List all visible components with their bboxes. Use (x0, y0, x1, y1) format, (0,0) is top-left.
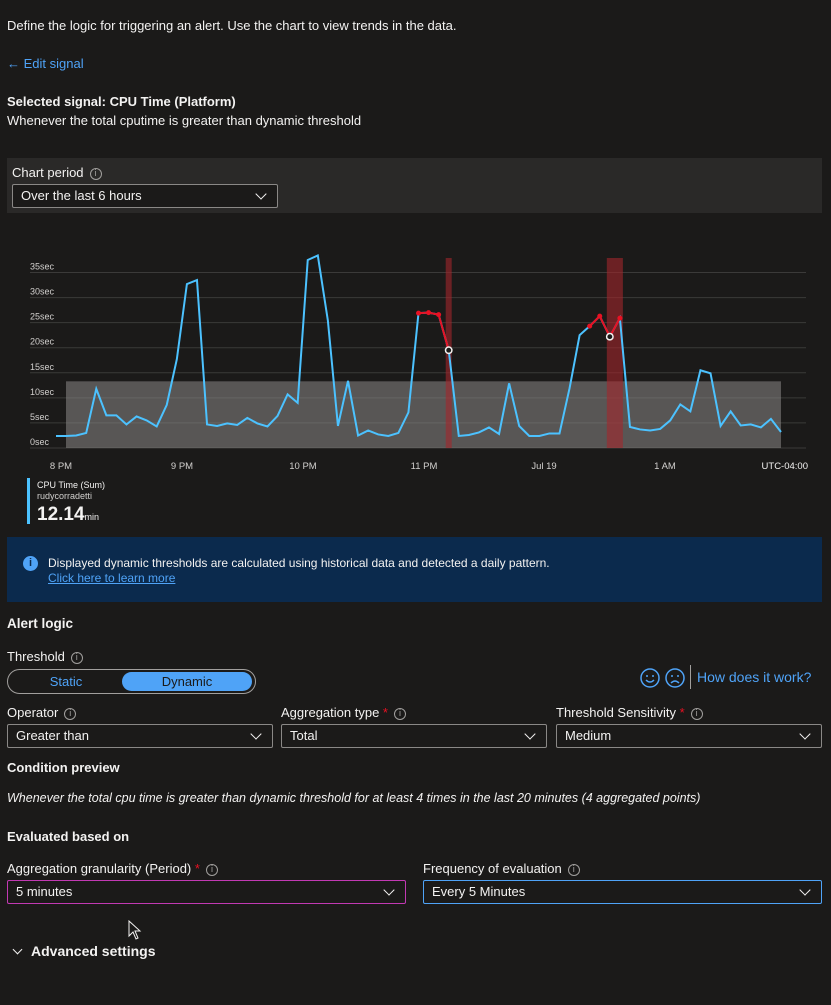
selected-signal-title: Selected signal: CPU Time (Platform) (7, 94, 236, 109)
advanced-settings-toggle[interactable]: Advanced settings (12, 943, 156, 959)
threshold-option-dynamic[interactable]: Dynamic (122, 672, 252, 691)
operator-label-text: Operator (7, 705, 59, 720)
aggregation-type-label-text: Aggregation type (281, 705, 380, 720)
info-icon[interactable]: i (567, 863, 580, 876)
anomaly-breach-point (444, 346, 453, 355)
chevron-down-icon (524, 727, 536, 740)
required-mark: * (194, 861, 200, 876)
aggregation-granularity-label-text: Aggregation granularity (Period) (7, 861, 192, 876)
advanced-settings-label: Advanced settings (31, 943, 156, 959)
threshold-sensitivity-dropdown[interactable]: Medium (556, 724, 822, 748)
x-tick-label: 10 PM (289, 461, 317, 472)
chart-period-value: Over the last 6 hours (21, 188, 142, 203)
y-tick-label: 20sec (30, 337, 55, 347)
info-icon[interactable]: i (70, 651, 83, 664)
aggregation-type-value: Total (290, 728, 318, 743)
chevron-down-icon (383, 883, 395, 896)
anomaly-breach-point (605, 332, 614, 341)
info-icon[interactable]: i (89, 167, 102, 180)
x-tick-label: 8 PM (50, 461, 72, 472)
aggregation-granularity-dropdown[interactable]: 5 minutes (7, 880, 406, 904)
operator-dropdown[interactable]: Greater than (7, 724, 273, 748)
mouse-cursor-icon (128, 920, 142, 940)
anomaly-point (587, 323, 593, 329)
legend-resource-name: rudycorradetti (37, 491, 93, 501)
y-tick-label: 35sec (30, 262, 55, 272)
y-tick-label: 25sec (30, 312, 55, 322)
anomaly-point (426, 310, 432, 316)
chart-legend[interactable]: CPU Time (Sum) rudycorradetti 12.14min (27, 478, 117, 526)
chevron-down-icon (799, 883, 811, 896)
frequency-of-evaluation-label-text: Frequency of evaluation (423, 861, 562, 876)
timezone-label: UTC-04:00 (762, 461, 808, 472)
anomaly-point (416, 310, 421, 316)
frequency-of-evaluation-value: Every 5 Minutes (432, 884, 526, 899)
edit-signal-link[interactable]: ← Edit signal (7, 56, 84, 71)
required-mark: * (382, 705, 388, 720)
legend-value: 12.14min (37, 504, 99, 526)
x-tick-label: 1 AM (654, 461, 676, 472)
smile-feedback-icon[interactable] (640, 668, 660, 688)
chevron-down-icon (12, 944, 23, 955)
legend-value-number: 12.14 (37, 504, 85, 525)
anomaly-band (606, 258, 623, 448)
info-icon[interactable]: i (393, 707, 406, 720)
divider (690, 665, 691, 689)
legend-color-bar (27, 478, 30, 524)
chart-period-label-text: Chart period (12, 165, 84, 180)
cpu-time-chart[interactable]: 0sec 5sec 10sec 15sec 20sec 25sec 30sec 35sec 8… (0, 230, 831, 475)
y-tick-label: 30sec (30, 287, 55, 297)
x-tick-label: Jul 19 (531, 461, 556, 472)
frequency-of-evaluation-dropdown[interactable]: Every 5 Minutes (423, 880, 822, 904)
threshold-label-text: Threshold (7, 649, 65, 664)
operator-value: Greater than (16, 728, 89, 743)
chart-period-dropdown[interactable]: Over the last 6 hours (12, 184, 278, 208)
threshold-option-static[interactable]: Static (10, 672, 122, 691)
info-icon[interactable]: i (64, 707, 77, 720)
frequency-of-evaluation-label: Frequency of evaluation i (423, 861, 580, 876)
y-tick-label: 5sec (30, 412, 50, 422)
y-tick-label: 10sec (30, 387, 55, 397)
y-tick-label: 15sec (30, 362, 55, 372)
x-tick-label: 11 PM (411, 461, 438, 472)
evaluated-based-on-heading: Evaluated based on (7, 829, 130, 844)
y-tick-label: 0sec (30, 437, 50, 447)
intro-text: Define the logic for triggering an alert… (7, 18, 457, 33)
chevron-down-icon (250, 727, 262, 740)
chart-period-label: Chart period i (12, 165, 102, 180)
chevron-down-icon (799, 727, 811, 740)
anomaly-point (617, 315, 623, 321)
selected-signal-description: Whenever the total cputime is greater th… (7, 113, 362, 128)
info-message-bar: i Displayed dynamic thresholds are calcu… (7, 537, 822, 602)
anomaly-point (436, 312, 442, 318)
aggregation-granularity-label: Aggregation granularity (Period) * i (7, 861, 218, 876)
condition-preview-heading: Condition preview (7, 760, 120, 775)
aggregation-granularity-value: 5 minutes (16, 884, 73, 899)
required-mark: * (679, 705, 685, 720)
chevron-down-icon (255, 187, 267, 200)
x-tick-label: 9 PM (171, 461, 193, 472)
legend-series-name: CPU Time (Sum) (37, 480, 106, 490)
frown-feedback-icon[interactable] (665, 668, 685, 688)
threshold-toggle[interactable]: Static Dynamic (7, 669, 256, 694)
how-does-it-work-link[interactable]: How does it work? (697, 669, 811, 685)
threshold-sensitivity-label-text: Threshold Sensitivity (556, 705, 676, 720)
info-icon[interactable]: i (205, 863, 218, 876)
info-message-text: Displayed dynamic thresholds are calcula… (48, 556, 550, 570)
threshold-sensitivity-value: Medium (565, 728, 612, 743)
learn-more-link[interactable]: Click here to learn more (48, 571, 175, 585)
info-icon: i (23, 556, 38, 571)
condition-preview-text: Whenever the total cpu time is greater t… (7, 791, 701, 805)
aggregation-type-label: Aggregation type * i (281, 705, 406, 720)
info-icon[interactable]: i (690, 707, 703, 720)
threshold-label: Threshold i (7, 649, 83, 664)
threshold-sensitivity-label: Threshold Sensitivity * i (556, 705, 703, 720)
aggregation-type-dropdown[interactable]: Total (281, 724, 547, 748)
legend-value-unit: min (84, 512, 100, 522)
anomaly-point (597, 313, 603, 319)
operator-label: Operator i (7, 705, 77, 720)
alert-logic-heading: Alert logic (7, 616, 74, 631)
